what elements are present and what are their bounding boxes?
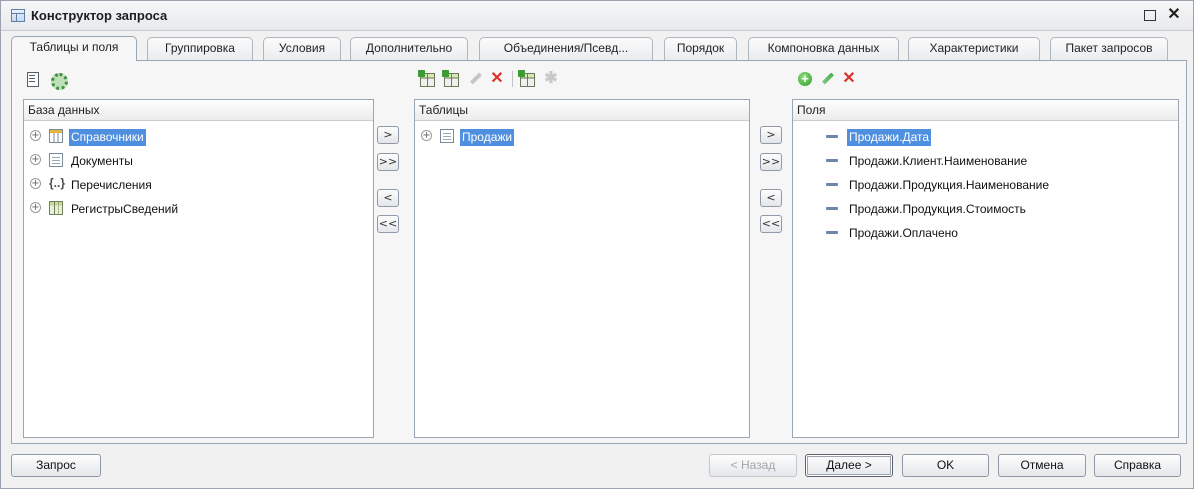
add-button[interactable]: > <box>377 126 399 144</box>
register-icon <box>49 201 63 215</box>
field-icon <box>826 207 838 210</box>
tables-panel: Таблицы + Продажи <box>414 99 750 438</box>
tab-tables-and-fields[interactable]: Таблицы и поля <box>11 36 137 61</box>
document-icon <box>49 153 63 167</box>
tables-panel-header: Таблицы <box>415 100 749 121</box>
tab-data-composition[interactable]: Компоновка данных <box>748 37 899 60</box>
title-bar: Конструктор запроса ✕ <box>1 1 1193 31</box>
fields-toolbar: ✕ <box>796 70 876 90</box>
edit-field-icon[interactable] <box>818 70 836 88</box>
delete-icon[interactable]: ✕ <box>488 70 506 88</box>
field-item[interactable]: Продажи.Дата <box>793 126 1178 148</box>
tree-item-documents[interactable]: + Документы <box>24 150 373 172</box>
edit-icon[interactable] <box>466 70 484 88</box>
tree-item-sales-table[interactable]: + Продажи <box>415 126 749 148</box>
tab-conditions[interactable]: Условия <box>263 37 341 60</box>
tree-item-label: Документы <box>71 154 133 168</box>
add-table-icon[interactable] <box>418 70 436 88</box>
fields-panel-header: Поля <box>793 100 1178 121</box>
field-item[interactable]: Продажи.Продукция.Наименование <box>793 174 1178 196</box>
tab-strip: Таблицы и поля Группировка Условия Допол… <box>11 36 1187 61</box>
delete-field-icon[interactable]: ✕ <box>840 70 858 88</box>
expand-icon[interactable]: + <box>421 130 432 141</box>
enum-icon: {..} <box>49 176 66 190</box>
fields-panel: Поля Продажи.Дата Продажи.Клиент.Наимено… <box>792 99 1179 438</box>
close-button[interactable]: ✕ <box>1165 6 1183 24</box>
window-icon <box>11 9 25 22</box>
remove-all-fields-button[interactable]: << <box>760 215 782 233</box>
query-text-icon[interactable] <box>24 70 42 88</box>
toolbar-separator <box>512 71 513 87</box>
tab-query-batch[interactable]: Пакет запросов <box>1050 37 1168 60</box>
find-icon[interactable] <box>48 70 68 90</box>
settings-icon[interactable]: ✱ <box>542 70 560 88</box>
tree-item-label: РегистрыСведений <box>71 202 179 216</box>
remove-field-button[interactable]: < <box>760 189 782 207</box>
field-icon <box>826 135 838 138</box>
tree-item-label: Справочники <box>69 129 146 146</box>
database-panel: База данных + Справочники + Документы + … <box>23 99 374 438</box>
tree-item-enums[interactable]: + {..} Перечисления <box>24 174 373 196</box>
field-item[interactable]: Продажи.Оплачено <box>793 222 1178 244</box>
tree-item-registers[interactable]: + РегистрыСведений <box>24 198 373 220</box>
remove-all-button[interactable]: << <box>377 215 399 233</box>
field-item[interactable]: Продажи.Клиент.Наименование <box>793 150 1178 172</box>
field-icon <box>826 231 838 234</box>
field-label: Продажи.Оплачено <box>849 226 958 240</box>
add-field-button[interactable]: > <box>760 126 782 144</box>
query-button[interactable]: Запрос <box>11 454 101 477</box>
replace-table-icon[interactable] <box>518 70 536 88</box>
tree-item-label: Продажи <box>460 129 515 146</box>
remove-button[interactable]: < <box>377 189 399 207</box>
next-button[interactable]: Далее > <box>805 454 893 477</box>
maximize-button[interactable] <box>1141 6 1159 24</box>
field-item[interactable]: Продажи.Продукция.Стоимость <box>793 198 1178 220</box>
add-all-button[interactable]: >> <box>377 153 399 171</box>
tree-item-catalogs[interactable]: + Справочники <box>24 126 373 148</box>
tab-characteristics[interactable]: Характеристики <box>908 37 1040 60</box>
cancel-button[interactable]: Отмена <box>998 454 1086 477</box>
tab-content: ✕ ✱ ✕ База данных + Справочники + Докуме… <box>11 60 1187 444</box>
query-builder-window: Конструктор запроса ✕ Таблицы и поля Гру… <box>0 0 1194 489</box>
tab-order[interactable]: Порядок <box>664 37 737 60</box>
window-title: Конструктор запроса <box>31 8 168 23</box>
expand-icon[interactable]: + <box>30 178 41 189</box>
database-toolbar <box>20 70 80 90</box>
tables-toolbar: ✕ ✱ <box>416 70 616 90</box>
field-icon <box>826 159 838 162</box>
field-label: Продажи.Продукция.Наименование <box>849 178 1050 192</box>
tab-additional[interactable]: Дополнительно <box>350 37 468 60</box>
table-icon <box>440 129 454 143</box>
catalog-icon <box>49 129 63 143</box>
add-all-fields-button[interactable]: >> <box>760 153 782 171</box>
back-button[interactable]: < Назад <box>709 454 797 477</box>
add-nested-query-icon[interactable] <box>442 70 460 88</box>
field-label: Продажи.Дата <box>847 129 932 146</box>
tab-unions-aliases[interactable]: Объединения/Псевд... <box>479 37 653 60</box>
field-label: Продажи.Продукция.Стоимость <box>849 202 1026 216</box>
field-label: Продажи.Клиент.Наименование <box>849 154 1028 168</box>
database-panel-header: База данных <box>24 100 373 121</box>
add-field-icon[interactable] <box>796 70 814 88</box>
expand-icon[interactable]: + <box>30 202 41 213</box>
tab-grouping[interactable]: Группировка <box>147 37 253 60</box>
expand-icon[interactable]: + <box>30 154 41 165</box>
tree-item-label: Перечисления <box>71 178 152 192</box>
help-button[interactable]: Справка <box>1094 454 1181 477</box>
ok-button[interactable]: OK <box>902 454 989 477</box>
expand-icon[interactable]: + <box>30 130 41 141</box>
field-icon <box>826 183 838 186</box>
